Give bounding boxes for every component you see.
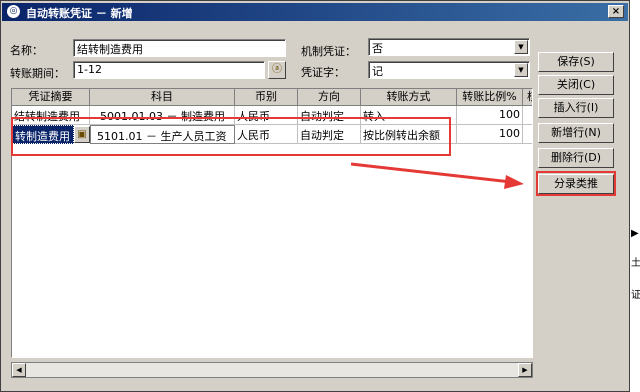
name-label: 名称： [10, 44, 43, 57]
scroll-left-icon[interactable]: ◀ [12, 363, 26, 377]
delete-row-button[interactable]: 删除行(D) [538, 148, 614, 168]
ratio-cell[interactable]: 100 [457, 106, 523, 125]
scroll-right-icon[interactable]: ▶ [518, 363, 532, 377]
column-header[interactable]: 科目 [90, 89, 235, 106]
name-input[interactable]: 结转制造费用 [73, 39, 286, 57]
extra-cell[interactable] [523, 106, 532, 125]
dialog-window: ◎ 自动转账凭证 － 新增 × 名称： 结转制造费用 转账期间： 1-12 ⓐ … [0, 0, 630, 392]
ratio-cell[interactable]: 100 [457, 125, 523, 144]
highlight-button-box [536, 171, 616, 196]
column-header[interactable]: 转账比例% [457, 89, 523, 106]
add-row-button[interactable]: 新增行(N) [538, 123, 614, 143]
auto-voucher-label: 机制凭证： [301, 45, 356, 58]
voucher-word-select[interactable]: 记 ▼ [368, 61, 530, 79]
column-header[interactable]: 核 [523, 89, 532, 106]
column-header[interactable]: 方向 [298, 89, 361, 106]
period-input[interactable]: 1-12 [73, 61, 265, 79]
background-arrow-icon: ▶ [631, 228, 639, 239]
column-header[interactable]: 凭证摘要 [12, 89, 90, 106]
background-window-edge: ▶ 土 证 [630, 0, 640, 392]
auto-voucher-value: 否 [372, 42, 383, 55]
period-lookup-icon[interactable]: ⓐ [268, 61, 286, 79]
background-text: 证 [631, 290, 640, 301]
horizontal-scrollbar[interactable]: ◀ ▶ [11, 362, 533, 378]
highlight-row-box [11, 117, 451, 156]
close-button[interactable]: 关闭(C) [538, 75, 614, 95]
chevron-down-icon[interactable]: ▼ [514, 40, 528, 54]
extra-cell[interactable] [523, 125, 532, 144]
period-label: 转账期间： [10, 67, 65, 80]
chevron-down-icon[interactable]: ▼ [514, 63, 528, 77]
auto-voucher-select[interactable]: 否 ▼ [368, 38, 530, 56]
window-title: 自动转账凭证 － 新增 [26, 7, 133, 20]
background-text: 土 [631, 258, 640, 269]
column-header[interactable]: 币别 [235, 89, 298, 106]
annotation-arrow-icon [350, 162, 524, 189]
column-header[interactable]: 转账方式 [361, 89, 457, 106]
save-button[interactable]: 保存(S) [538, 52, 614, 72]
app-icon: ◎ [7, 5, 20, 18]
close-window-button[interactable]: × [608, 5, 624, 18]
insert-row-button[interactable]: 插入行(I) [538, 98, 614, 118]
voucher-word-value: 记 [372, 65, 383, 78]
voucher-word-label: 凭证字： [301, 66, 345, 79]
title-bar[interactable]: ◎ 自动转账凭证 － 新增 × [2, 3, 628, 21]
